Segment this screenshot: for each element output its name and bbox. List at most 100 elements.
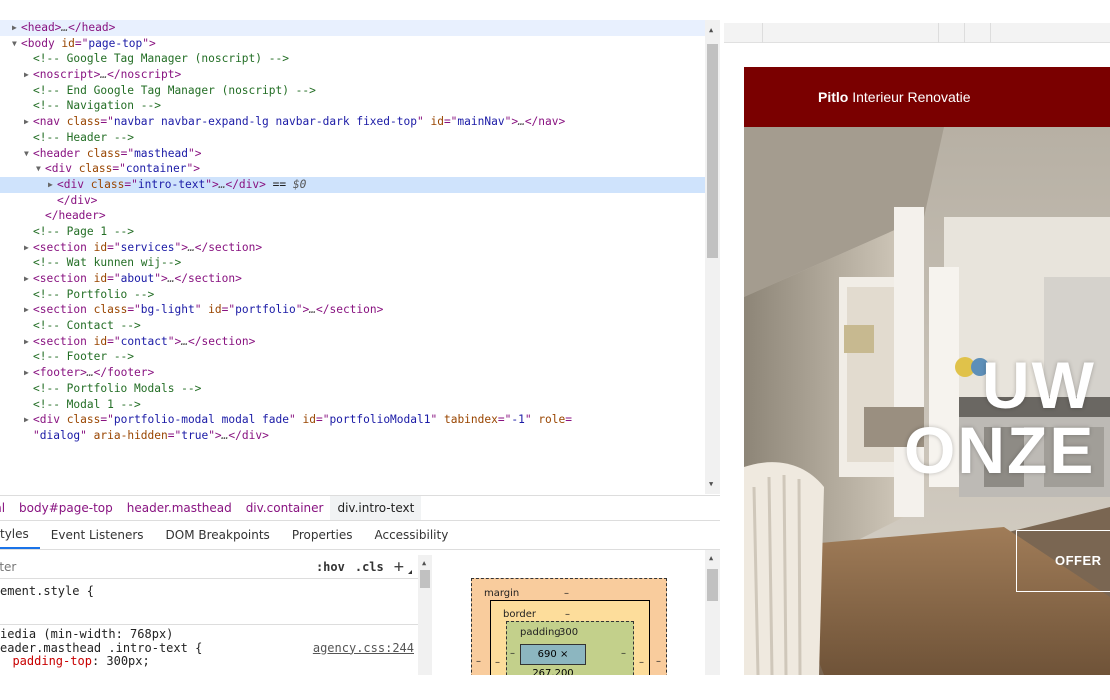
elements-tree[interactable]: ▶ <head>…</head> ▼ <body id="page-top"> <!--… [0,20,705,494]
dom-token: "> [295,303,310,317]
border-left-value[interactable]: – [495,657,500,668]
tab-dom-breakpoints[interactable]: DOM Breakpoints [155,521,281,549]
dom-node-line[interactable]: ▶ <head>…</head> [0,20,705,36]
breadcrumb-item-body[interactable]: body#page-top [12,496,120,520]
box-model-content[interactable]: 690 × 267.200 [520,644,586,679]
expand-arrow-icon[interactable]: ▶ [24,334,33,350]
margin-right-value[interactable]: – [656,656,661,667]
breadcrumb-item-container[interactable]: div.container [239,496,331,520]
css-rule[interactable]: iedia (min-width: 768px) eader.masthead … [0,625,418,675]
dom-node-line[interactable]: "dialog" aria-hidden="true">…</div> [0,428,705,444]
dom-node-line[interactable]: ▼ <header class="masthead"> [0,146,705,162]
dom-token: class [90,177,125,191]
border-right-value[interactable]: – [639,657,644,668]
dom-node-line[interactable]: </div> [0,193,705,209]
stylesheet-link[interactable]: agency.css:244 [313,641,414,656]
tab-styles[interactable]: tyles [0,521,40,549]
expand-arrow-icon[interactable]: ▶ [48,177,57,193]
cls-toggle-button[interactable]: .cls [355,560,384,574]
dom-node-line[interactable]: ▶ <div class="intro-text">…</div> == $0 [0,176,705,193]
margin-left-value[interactable]: – [476,656,481,667]
dom-node-line[interactable]: <!-- Wat kunnen wij--> [0,255,705,271]
css-property[interactable]: padding-top: 300px; [0,654,418,669]
hero-offer-button[interactable]: OFFER [1016,530,1110,592]
expand-arrow-icon[interactable]: ▶ [24,271,33,287]
dom-node-line[interactable]: ▼ <div class="container"> [0,161,705,177]
dom-node-line[interactable]: <!-- Header --> [0,130,705,146]
dom-token: "> [167,334,182,348]
property-value[interactable]: : 300px; [92,654,150,668]
scroll-up-icon[interactable]: ▲ [422,559,426,567]
dom-node-line[interactable]: <!-- Contact --> [0,318,705,334]
new-style-rule-button[interactable]: + [394,557,404,577]
scroll-down-icon[interactable]: ▼ [709,480,713,488]
dom-token: <noscript> [33,68,101,82]
expand-arrow-icon[interactable]: ▶ [24,67,33,83]
dom-node-line[interactable]: </header> [0,208,705,224]
expand-arrow-icon[interactable]: ▶ [12,20,21,36]
dom-node-line[interactable]: <!-- Portfolio Modals --> [0,381,705,397]
box-model-scrollbar[interactable]: ▲ [705,550,720,675]
dom-node-line[interactable]: ▶ <footer>…</footer> [0,365,705,381]
dom-token: </section> [174,272,242,285]
dom-node-line[interactable]: <!-- Modal 1 --> [0,397,705,413]
collapse-arrow-icon[interactable]: ▼ [36,161,45,177]
scrollbar-thumb[interactable] [707,44,718,258]
element-style-rule[interactable]: ement.style { [0,580,418,625]
breadcrumb-item-html[interactable]: ml [0,496,12,520]
dom-token: <!-- End Google Tag Manager (noscript) -… [33,83,316,97]
tab-properties[interactable]: Properties [281,521,364,549]
breadcrumb-item-intro-text[interactable]: div.intro-text [330,496,422,520]
dom-token: "> [174,240,188,254]
scrollbar-thumb[interactable] [707,569,718,601]
dom-token: " [194,303,209,317]
elements-scrollbar[interactable]: ▲ ▼ [705,20,720,494]
dom-token: <body [21,36,62,50]
padding-left-value[interactable]: – [510,648,515,659]
dom-token: <!-- Footer --> [33,350,135,364]
dom-node-line[interactable]: <!-- Footer --> [0,349,705,365]
dom-token: " [524,413,539,427]
padding-top-value[interactable]: 300 [559,627,578,638]
dom-node-line[interactable]: <!-- End Google Tag Manager (noscript) -… [0,83,705,99]
dom-node-line[interactable]: ▶ <section class="bg-light" id="portfolio… [0,302,705,318]
dom-token: about [120,272,155,285]
expand-arrow-icon[interactable]: ▶ [24,302,33,318]
expand-arrow-icon[interactable]: ▶ [24,412,33,428]
tab-event-listeners[interactable]: Event Listeners [40,521,155,549]
dom-node-line[interactable]: ▼ <body id="page-top"> [0,36,705,52]
expand-arrow-icon[interactable]: ▶ [24,240,33,256]
dom-node-line[interactable]: ▶ <section id="contact">…</section> [0,334,705,350]
scroll-up-icon[interactable]: ▲ [709,26,713,34]
scrollbar-thumb[interactable] [420,570,430,588]
site-brand-bold[interactable]: Pitlo [818,89,848,105]
dom-token: id [208,303,222,317]
filter-input[interactable]: lter [0,560,316,574]
margin-value[interactable]: – [564,588,569,599]
expand-arrow-icon[interactable]: ▶ [24,114,33,130]
property-name[interactable]: padding-top [12,654,91,668]
dom-node-line[interactable]: <!-- Google Tag Manager (noscript) --> [0,51,705,67]
dom-node-line[interactable]: ▶ <section id="services">…</section> [0,240,705,256]
collapse-arrow-icon[interactable]: ▼ [24,146,33,162]
dom-node-line[interactable]: <!-- Portfolio --> [0,287,705,303]
dom-token: <header [33,146,87,160]
padding-right-value[interactable]: – [621,648,626,659]
tab-accessibility[interactable]: Accessibility [363,521,459,549]
site-brand-rest[interactable]: Interieur Renovatie [848,89,970,105]
collapse-arrow-icon[interactable]: ▼ [12,36,21,52]
expand-arrow-icon[interactable]: ▶ [24,365,33,381]
page-preview: Pitlo Interieur Renovatie UW ONZE OFFER [720,0,1110,700]
dom-node-line[interactable]: ▶ <section id="about">…</section> [0,271,705,287]
scroll-up-icon[interactable]: ▲ [709,554,713,562]
border-value[interactable]: – [565,609,570,620]
dom-node-line[interactable]: <!-- Navigation --> [0,98,705,114]
dom-token: <!-- Modal 1 --> [33,397,141,411]
styles-scrollbar[interactable]: ▲ [418,555,432,675]
breadcrumb-item-header[interactable]: header.masthead [120,496,239,520]
dom-node-line[interactable]: ▶ <div class="portfolio-modal modal fade"… [0,412,705,428]
dom-node-line[interactable]: ▶ <nav class="navbar navbar-expand-lg nav… [0,114,705,130]
hov-toggle-button[interactable]: :hov [316,560,345,574]
dom-node-line[interactable]: <!-- Page 1 --> [0,224,705,240]
dom-node-line[interactable]: ▶ <noscript>…</noscript> [0,67,705,83]
